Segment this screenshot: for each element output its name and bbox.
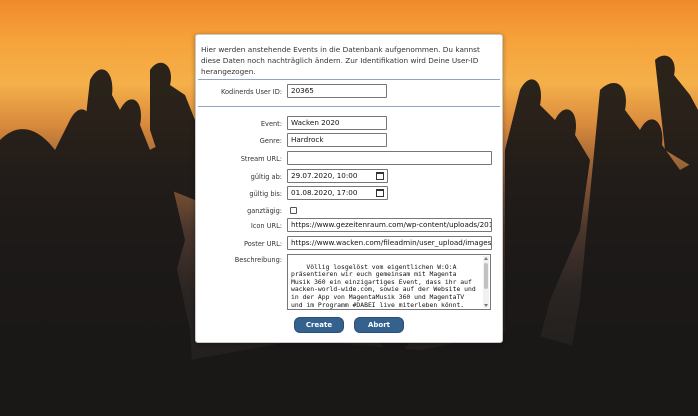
description-textarea[interactable]: Völlig losgelöst vom eigentlichen W:O:A … <box>287 254 491 310</box>
poster-url-field[interactable]: https://www.wacken.com/fileadmin/user_up… <box>287 236 492 250</box>
valid-from-field[interactable]: 29.07.2020, 10:00 <box>287 169 388 183</box>
genre-field[interactable]: Hardrock <box>287 133 387 147</box>
valid-to-value: 01.08.2020, 17:00 <box>291 188 358 197</box>
calendar-icon[interactable] <box>376 189 384 197</box>
valid-to-field[interactable]: 01.08.2020, 17:00 <box>287 186 388 200</box>
scrollbar-thumb[interactable] <box>484 263 488 289</box>
event-label: Event: <box>260 120 282 128</box>
calendar-icon[interactable] <box>376 172 384 180</box>
separator-top <box>198 79 500 80</box>
event-field[interactable]: Wacken 2020 <box>287 116 387 130</box>
intro-text: Hier werden anstehende Events in die Dat… <box>201 45 480 76</box>
create-button[interactable]: Create <box>294 317 344 333</box>
user-id-label: Kodinerds User ID: <box>221 88 282 96</box>
scroll-down-icon[interactable] <box>484 304 488 307</box>
description-label: Beschreibung: <box>234 256 282 264</box>
genre-label: Genre: <box>259 137 282 145</box>
description-text: Völlig losgelöst vom eigentlichen W:O:A … <box>291 262 476 309</box>
valid-to-label: gültig bis: <box>249 190 282 198</box>
poster-url-label: Poster URL: <box>244 240 282 248</box>
abort-button[interactable]: Abort <box>354 317 404 333</box>
icon-url-label: Icon URL: <box>250 222 282 230</box>
icon-url-field[interactable]: https://www.gezeitenraum.com/wp-content/… <box>287 218 492 232</box>
valid-from-value: 29.07.2020, 10:00 <box>291 171 358 180</box>
separator-middle <box>198 106 500 107</box>
event-form-dialog: Hier werden anstehende Events in die Dat… <box>195 34 503 343</box>
description-scrollbar[interactable] <box>483 256 489 308</box>
scroll-up-icon[interactable] <box>484 257 488 260</box>
all-day-checkbox[interactable] <box>290 207 297 214</box>
stream-url-label: Stream URL: <box>240 155 282 163</box>
all-day-label: ganztägig: <box>247 207 282 215</box>
stream-url-field[interactable] <box>287 151 492 165</box>
user-id-field[interactable]: 20365 <box>287 84 387 98</box>
valid-from-label: gültig ab: <box>250 173 282 181</box>
